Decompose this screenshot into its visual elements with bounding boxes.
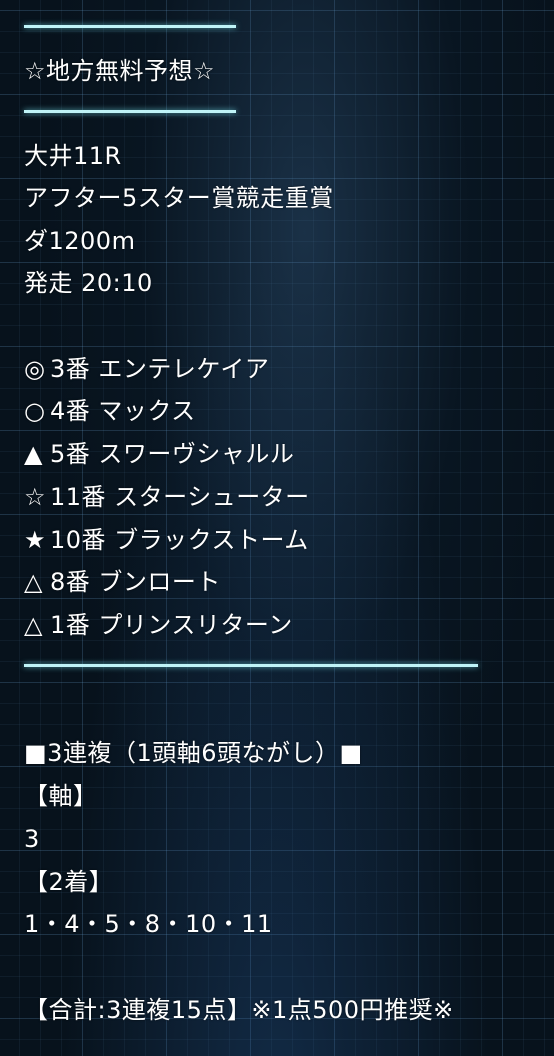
pick-row: ☆ 11番 スターシューター <box>24 482 310 512</box>
pick-text: 4番 マックス <box>50 397 196 425</box>
pick-row: ◎ 3番 エンテレケイア <box>24 354 269 384</box>
triangle-mark-icon: △ <box>24 568 43 596</box>
pick-row: △ 8番 ブンロート <box>24 567 221 597</box>
page-title: ☆地方無料予想☆ <box>24 57 216 85</box>
second-place-value: 1・4・5・8・10・11 <box>24 910 273 938</box>
race-course: ダ1200m <box>24 227 136 255</box>
bet-type-heading: ■3連複（1頭軸6頭ながし）■ <box>24 739 363 767</box>
honmei-mark-icon: ◎ <box>24 355 46 383</box>
pick-text: 3番 エンテレケイア <box>50 355 270 383</box>
second-place-label: 【2着】 <box>24 868 114 896</box>
tanana-mark-icon: ▲ <box>24 440 43 468</box>
pick-row: ★ 10番 ブラックストーム <box>24 525 309 555</box>
pick-text: 5番 スワーヴシャルル <box>50 440 295 468</box>
taikou-mark-icon: ○ <box>24 397 46 425</box>
pick-row: ○ 4番 マックス <box>24 396 196 426</box>
pick-text: 10番 ブラックストーム <box>50 526 309 554</box>
bet-total: 【合計:3連複15点】※1点500円推奨※ <box>24 996 454 1024</box>
pick-text: 8番 ブンロート <box>50 568 221 596</box>
axis-value: 3 <box>24 825 40 853</box>
race-start-time: 発走 20:10 <box>24 269 153 297</box>
pick-row: △ 1番 プリンスリターン <box>24 610 293 640</box>
picks-divider <box>24 664 478 667</box>
pick-text: 11番 スターシューター <box>50 483 310 511</box>
title-divider <box>24 110 236 113</box>
triangle-mark-icon: △ <box>24 611 43 639</box>
pick-text: 1番 プリンスリターン <box>50 611 293 639</box>
pick-row: ▲ 5番 スワーヴシャルル <box>24 439 294 469</box>
race-venue: 大井11R <box>24 142 122 170</box>
axis-label: 【軸】 <box>24 782 98 810</box>
top-divider <box>24 25 236 28</box>
race-name: アフター5スター賞競走重賞 <box>24 184 334 212</box>
white-star-mark-icon: ☆ <box>24 483 47 511</box>
black-star-mark-icon: ★ <box>24 526 47 554</box>
